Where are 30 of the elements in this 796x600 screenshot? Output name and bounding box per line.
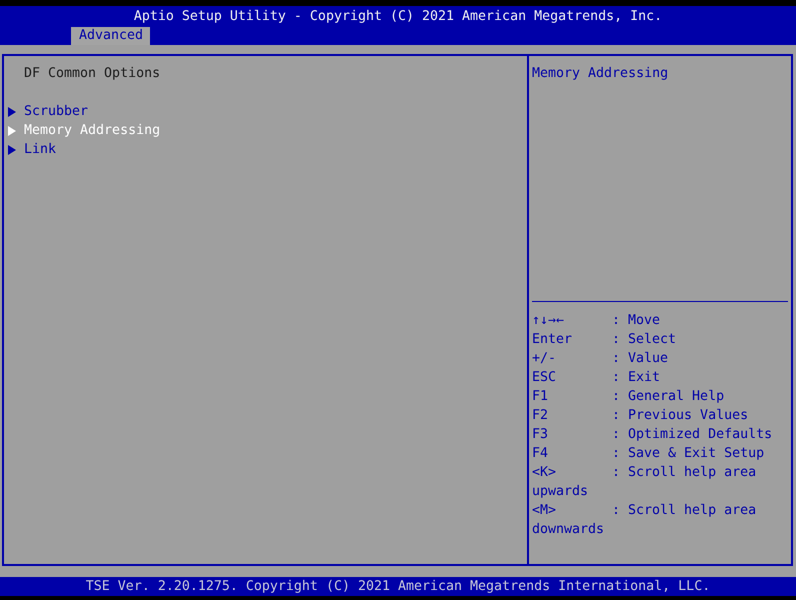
key-action: : Exit xyxy=(612,369,660,387)
key-action: : Scroll help area xyxy=(612,464,756,482)
key-label: F4 xyxy=(532,445,550,463)
key-label: <K> xyxy=(532,464,558,482)
key-action: : General Help xyxy=(612,388,724,406)
section-heading: DF Common Options xyxy=(23,65,160,83)
key-label: F1 xyxy=(532,388,550,406)
key-label: <M> xyxy=(532,502,558,520)
help-text: Memory Addressing xyxy=(532,66,668,81)
status-bar: TSE Ver. 2.20.1275. Copyright (C) 2021 American Megatrends International, LLC. xyxy=(0,577,796,596)
key-action: : Value xyxy=(612,350,668,368)
key-action: : Select xyxy=(612,331,676,349)
key-action: downwards xyxy=(532,521,604,539)
key-action: upwards xyxy=(532,483,588,501)
menu-item[interactable]: Link xyxy=(6,140,56,159)
key-action: : Previous Values xyxy=(612,407,748,425)
menu-item[interactable]: Memory Addressing xyxy=(6,121,160,140)
key-action: : Save & Exit Setup xyxy=(612,445,764,463)
window-title: Aptio Setup Utility - Copyright (C) 2021 American Megatrends, Inc. xyxy=(134,8,662,26)
key-action: : Optimized Defaults xyxy=(612,426,772,444)
key-action: : Scroll help area xyxy=(612,502,756,520)
key-label: F3 xyxy=(532,426,550,444)
key-label: +/- xyxy=(532,350,558,368)
tab[interactable]: Advanced xyxy=(71,27,150,45)
key-action: : Move xyxy=(612,312,660,330)
menu-item[interactable]: Scrubber xyxy=(6,102,88,121)
key-label: ↑↓→← xyxy=(532,312,566,330)
key-label: ESC xyxy=(532,369,558,387)
key-label: F2 xyxy=(532,407,550,425)
key-label: Enter xyxy=(532,331,574,349)
